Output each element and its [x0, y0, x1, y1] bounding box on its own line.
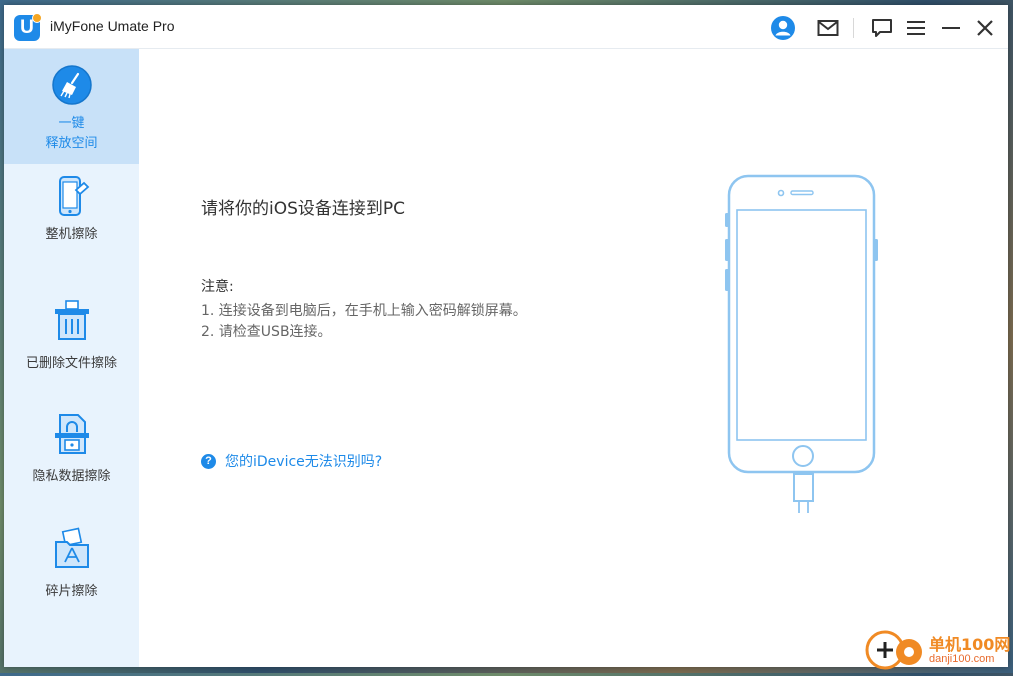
user-account-icon: [771, 16, 795, 40]
note-title: 注意:: [201, 279, 234, 295]
sidebar-item-label: 整机擦除: [45, 227, 98, 242]
app-window: U iMyFone Umate Pro 一键 释放空间 整机擦除 已删除文件擦除…: [4, 5, 1008, 667]
sidebar-item-full-erase[interactable]: 整机擦除: [4, 174, 139, 259]
broom-icon: [51, 65, 92, 105]
watermark-text: 单机100网: [929, 635, 1011, 654]
trash-icon: [54, 300, 89, 340]
sidebar-item-free-space[interactable]: 一键 释放空间: [4, 49, 139, 164]
user-account-button[interactable]: [768, 13, 798, 43]
title-bar: U iMyFone Umate Pro: [4, 5, 1008, 49]
lock-document-icon: [54, 414, 89, 454]
mail-icon: [817, 20, 839, 36]
phone-erase-icon: [58, 176, 89, 216]
sidebar-item-label: 释放空间: [45, 136, 98, 151]
minimize-button[interactable]: [936, 13, 966, 43]
sidebar-item-label: 隐私数据擦除: [32, 469, 111, 484]
site-watermark: 单机100网 danji100.com: [863, 628, 1011, 672]
feedback-button[interactable]: [867, 13, 897, 43]
help-icon: ?: [201, 453, 216, 469]
watermark-logo: [865, 630, 922, 670]
close-icon: [977, 20, 993, 36]
iphone-illustration: [725, 174, 878, 513]
menu-button[interactable]: [901, 13, 931, 43]
sidebar-item-deleted-files-erase[interactable]: 已删除文件擦除: [4, 299, 139, 384]
page-title: 请将你的iOS设备连接到PC: [201, 199, 406, 219]
logo-dot: [32, 13, 42, 23]
titlebar-separator: [853, 18, 854, 38]
sidebar-item-label: 碎片擦除: [45, 584, 98, 599]
minimize-icon: [942, 27, 960, 29]
help-link-text: 您的iDevice无法识别吗?: [225, 454, 383, 470]
sidebar-item-private-data-erase[interactable]: 隐私数据擦除: [4, 412, 139, 497]
app-logo: U: [14, 13, 42, 41]
note-line: 2. 请检查USB连接。: [201, 324, 332, 340]
sidebar-item-fragment-erase[interactable]: 碎片擦除: [4, 527, 139, 612]
mail-button[interactable]: [813, 13, 843, 43]
note-line: 1. 连接设备到电脑后，在手机上输入密码解锁屏幕。: [201, 303, 527, 319]
watermark-url: danji100.com: [929, 653, 995, 665]
sidebar-item-label: 一键: [58, 116, 85, 131]
app-folder-icon: [54, 527, 89, 568]
sidebar: 一键 释放空间 整机擦除 已删除文件擦除 隐私数据擦除 碎片擦除: [4, 49, 139, 667]
close-button[interactable]: [970, 13, 1000, 43]
app-title: iMyFone Umate Pro: [50, 18, 175, 34]
sidebar-item-label: 已删除文件擦除: [25, 356, 117, 371]
device-not-recognized-link[interactable]: ? 您的iDevice无法识别吗?: [201, 451, 382, 471]
feedback-icon: [872, 19, 892, 37]
menu-icon: [907, 21, 925, 35]
main-content: 请将你的iOS设备连接到PC 注意: 1. 连接设备到电脑后，在手机上输入密码解…: [139, 49, 1008, 667]
